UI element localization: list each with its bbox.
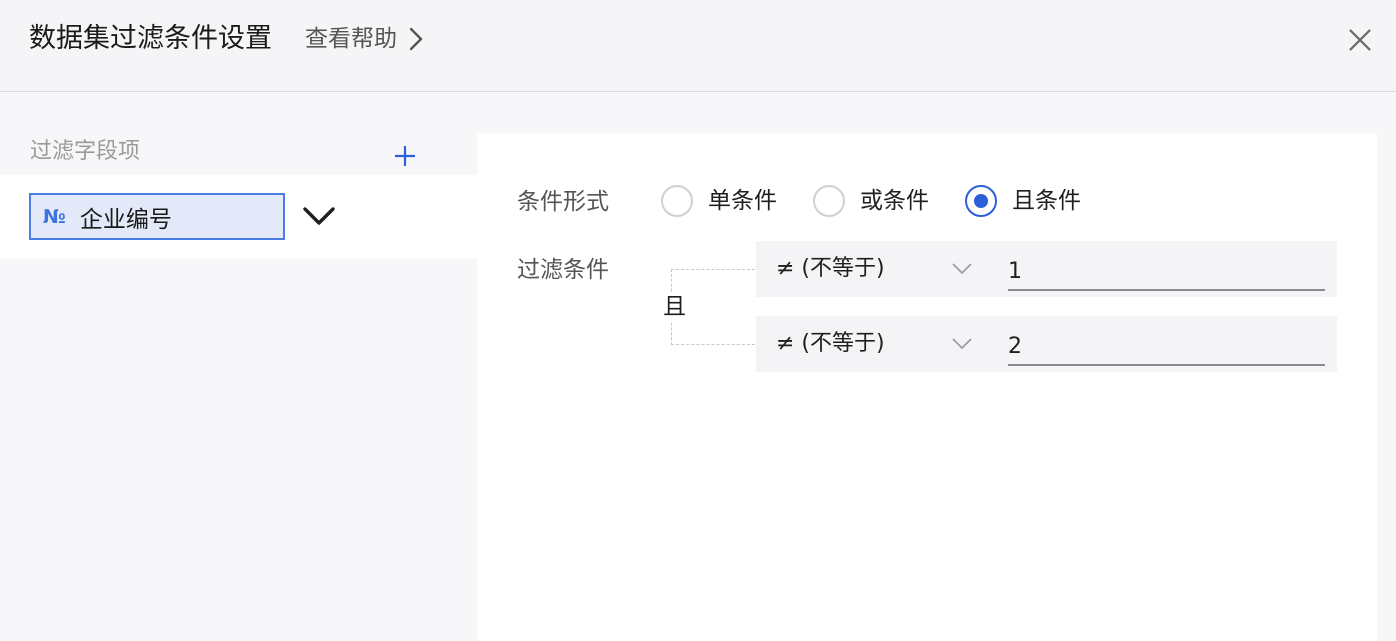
number-type-icon: №: [43, 205, 66, 228]
condition-row: ≠ (不等于): [756, 316, 1337, 372]
operator-select[interactable]: ≠ (不等于): [756, 316, 996, 372]
filter-condition-label: 过滤条件: [517, 257, 609, 283]
condition-value-input[interactable]: [1008, 316, 1325, 366]
field-list-item: № 企业编号: [0, 175, 477, 259]
chevron-right-icon: [409, 27, 423, 51]
radio-single-condition[interactable]: 单条件: [661, 185, 777, 217]
logic-operator-label: 且: [661, 293, 688, 321]
radio-circle: [813, 185, 845, 217]
radio-label: 或条件: [860, 188, 929, 214]
add-field-icon[interactable]: [393, 144, 417, 168]
field-name: 企业编号: [79, 206, 172, 233]
operator-value: ≠ (不等于): [776, 256, 885, 281]
dialog-title: 数据集过滤条件设置: [29, 23, 272, 54]
condition-form-label: 条件形式: [517, 189, 609, 215]
radio-label: 单条件: [708, 188, 777, 214]
operator-value: ≠ (不等于): [776, 331, 885, 356]
dialog-header: 数据集过滤条件设置 查看帮助: [0, 0, 1396, 92]
radio-circle: [965, 185, 997, 217]
radio-label: 且条件: [1012, 188, 1081, 214]
close-icon[interactable]: [1347, 27, 1373, 53]
radio-or-condition[interactable]: 或条件: [813, 185, 929, 217]
field-chip[interactable]: № 企业编号: [29, 193, 285, 240]
chevron-down-icon[interactable]: [302, 205, 336, 227]
radio-circle: [661, 185, 693, 217]
help-link-label: 查看帮助: [305, 26, 397, 52]
condition-value-input[interactable]: [1008, 241, 1325, 291]
help-link[interactable]: 查看帮助: [305, 24, 423, 54]
chevron-down-icon: [952, 338, 972, 350]
filter-settings-panel: 条件形式 单条件 或条件 且条件 过滤条件 且 ≠ (不等于) ≠ (不等于): [477, 133, 1377, 641]
chevron-down-icon: [952, 263, 972, 275]
condition-row: ≠ (不等于): [756, 241, 1337, 297]
radio-and-condition[interactable]: 且条件: [965, 185, 1081, 217]
operator-select[interactable]: ≠ (不等于): [756, 241, 996, 297]
filter-fields-label: 过滤字段项: [30, 139, 141, 164]
